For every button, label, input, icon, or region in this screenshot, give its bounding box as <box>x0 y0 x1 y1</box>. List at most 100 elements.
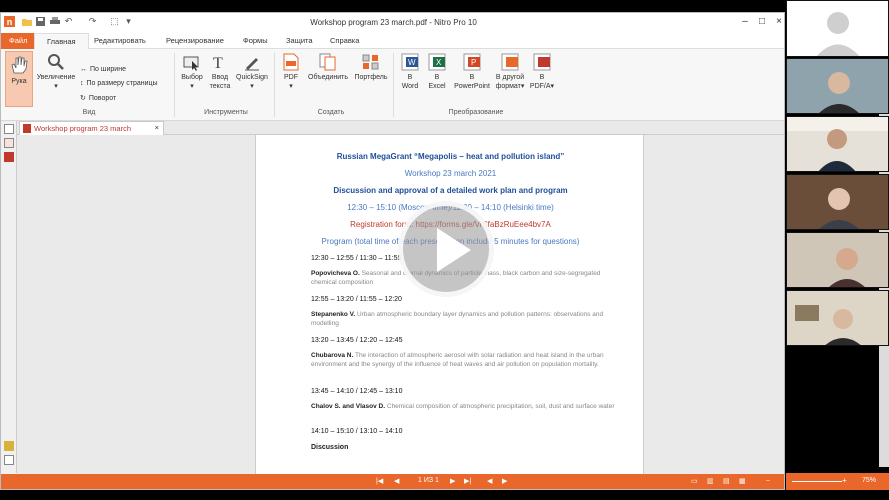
last-page-icon[interactable]: ▶| <box>464 477 471 485</box>
attachments-panel-icon[interactable] <box>4 138 14 148</box>
portfolio-button[interactable]: Портфель <box>352 53 390 82</box>
rotate-icon: ↻ <box>80 95 86 102</box>
ribbon-tabs: Файл Главная Редактировать Рецензировани… <box>1 33 784 50</box>
minimize-icon[interactable]: – <box>738 16 752 28</box>
cover-view-icon[interactable]: ▦ <box>739 477 746 485</box>
participant-video <box>787 59 888 113</box>
schedule-time: 14:10 – 15:10 / 13:10 – 14:10 <box>311 428 403 435</box>
zoom-icon <box>48 54 64 70</box>
pen-icon <box>245 58 259 71</box>
hand-icon <box>11 56 28 74</box>
combine-icon <box>319 53 336 71</box>
separator <box>174 53 175 117</box>
svg-text:W: W <box>408 58 416 67</box>
talk: Chemical composition of atmospheric prec… <box>386 403 615 410</box>
bookmarks-panel-icon[interactable] <box>4 152 14 162</box>
zoom-slider-track[interactable] <box>792 481 842 482</box>
hand-tool-button[interactable]: Рука <box>5 51 33 107</box>
left-panel-bar <box>1 121 17 473</box>
tab-home[interactable]: Главная <box>34 33 89 50</box>
talk: The interaction of atmospheric aerosol w… <box>311 352 604 368</box>
combine-button[interactable]: Объединить <box>305 53 351 82</box>
svg-text:X: X <box>436 58 442 67</box>
doc-discussion: Discussion and approval of a detailed wo… <box>333 186 568 195</box>
close-tab-icon[interactable]: × <box>155 123 159 132</box>
rotate-button[interactable]: ↻ Поворот <box>80 94 116 103</box>
participant-tile-1[interactable] <box>786 58 889 114</box>
participant-video <box>787 233 888 287</box>
pdfa-icon <box>533 53 551 71</box>
talk: Urban atmospheric boundary layer dynamic… <box>311 311 604 327</box>
create-pdf-button[interactable]: PDF ▾ <box>279 53 303 91</box>
quicksign-button[interactable]: QuickSign ▾ <box>233 53 271 91</box>
doc-workshop: Workshop 23 march 2021 <box>404 169 497 178</box>
pages-panel-icon[interactable] <box>4 124 14 134</box>
group-tools-label: Инструменты <box>204 109 248 116</box>
next-page-icon[interactable]: ▶ <box>450 477 455 485</box>
speaker: Stepanenko V. <box>311 311 356 318</box>
output-panel-icon[interactable] <box>4 455 14 465</box>
participant-video <box>787 291 888 345</box>
schedule-time: 12:55 – 13:20 / 11:55 – 12:20 <box>311 296 402 303</box>
word-icon: W <box>401 53 419 71</box>
svg-text:P: P <box>471 58 476 67</box>
schedule-item: Chalov S. and Vlasov D. Chemical composi… <box>311 402 616 411</box>
participant-video <box>787 175 888 229</box>
participant-tile-5[interactable] <box>786 290 889 346</box>
tab-file[interactable]: Файл <box>1 33 36 49</box>
tab-forms[interactable]: Формы <box>243 36 268 45</box>
play-icon <box>437 228 471 272</box>
pdf-page: Russian MegaGrant “Megapolis – heat and … <box>255 135 644 474</box>
group-convert-label: Преобразование <box>448 109 504 116</box>
group-view-label: Вид <box>82 109 96 116</box>
single-page-view-icon[interactable]: ▭ <box>691 477 698 485</box>
to-pdfa-button[interactable]: В PDF/A▾ <box>528 53 556 91</box>
tab-protect[interactable]: Защита <box>286 36 313 45</box>
back-icon[interactable]: ◀ <box>487 477 492 485</box>
select-button[interactable]: Выбор ▾ <box>177 53 207 91</box>
zoom-level[interactable]: 75% <box>862 477 876 484</box>
to-powerpoint-button[interactable]: P В PowerPoint <box>451 53 493 91</box>
document-tab-bar: Workshop program 23 march × <box>17 121 784 135</box>
to-excel-button[interactable]: X В Excel <box>424 53 450 91</box>
document-tab[interactable]: Workshop program 23 march × <box>19 121 164 135</box>
status-bar: |◀ ◀ 1 ИЗ 1 ▶ ▶| ◀ ▶ ▭ ▥ ▤ ▦ – <box>1 474 784 489</box>
tab-review[interactable]: Рецензирование <box>166 36 224 45</box>
page-indicator[interactable]: 1 ИЗ 1 <box>418 477 439 484</box>
participant-tile-empty[interactable] <box>786 0 889 57</box>
to-word-button[interactable]: W В Word <box>397 53 423 91</box>
facing-view-icon[interactable]: ▤ <box>723 477 730 485</box>
participant-tile-3[interactable] <box>786 174 889 230</box>
tab-edit[interactable]: Редактировать <box>94 36 146 45</box>
separator <box>393 53 394 117</box>
maximize-icon[interactable]: □ <box>755 16 769 28</box>
group-create-label: Создать <box>317 109 345 116</box>
schedule-time: 13:20 – 13:45 / 12:20 – 12:45 <box>311 337 403 344</box>
play-button[interactable] <box>398 201 494 297</box>
zoom-in-icon[interactable]: + <box>842 476 847 485</box>
continuous-view-icon[interactable]: ▥ <box>707 477 714 485</box>
nitro-window: n ↶ ↷ ⬚ ▾ Workshop program 23 march.pdf … <box>0 12 785 490</box>
ribbon: Рука Увеличение ▾ ↔ По ширине ↕ По размеру … <box>1 49 784 121</box>
first-page-icon[interactable]: |◀ <box>376 477 383 485</box>
zoom-slider-area[interactable]: + 75% <box>786 473 889 490</box>
to-other-format-button[interactable]: В другой формат▾ <box>493 53 527 91</box>
participant-tile-2[interactable] <box>786 116 889 172</box>
title-bar: n ↶ ↷ ⬚ ▾ Workshop program 23 march.pdf … <box>1 13 784 33</box>
screen: n ↶ ↷ ⬚ ▾ Workshop program 23 march.pdf … <box>0 0 889 500</box>
zoom-out-icon[interactable]: – <box>766 477 770 484</box>
fit-width-button[interactable]: ↔ По ширине <box>80 66 126 73</box>
comments-panel-icon[interactable] <box>4 441 14 451</box>
zoom-button[interactable]: Увеличение ▾ <box>34 53 78 91</box>
tab-help[interactable]: Справка <box>330 36 359 45</box>
speaker: Popovicheva O. <box>311 270 360 277</box>
fit-page-button[interactable]: ↕ По размеру страницы <box>80 80 158 87</box>
svg-text:T: T <box>213 55 223 71</box>
speaker: Discussion <box>311 444 349 451</box>
forward-icon[interactable]: ▶ <box>502 477 507 485</box>
speaker: Chalov S. and Vlasov D. <box>311 403 386 410</box>
close-icon[interactable]: × <box>772 16 784 28</box>
participant-tile-4[interactable] <box>786 232 889 288</box>
prev-page-icon[interactable]: ◀ <box>394 477 399 485</box>
type-text-button[interactable]: T Ввод текста <box>207 53 233 91</box>
